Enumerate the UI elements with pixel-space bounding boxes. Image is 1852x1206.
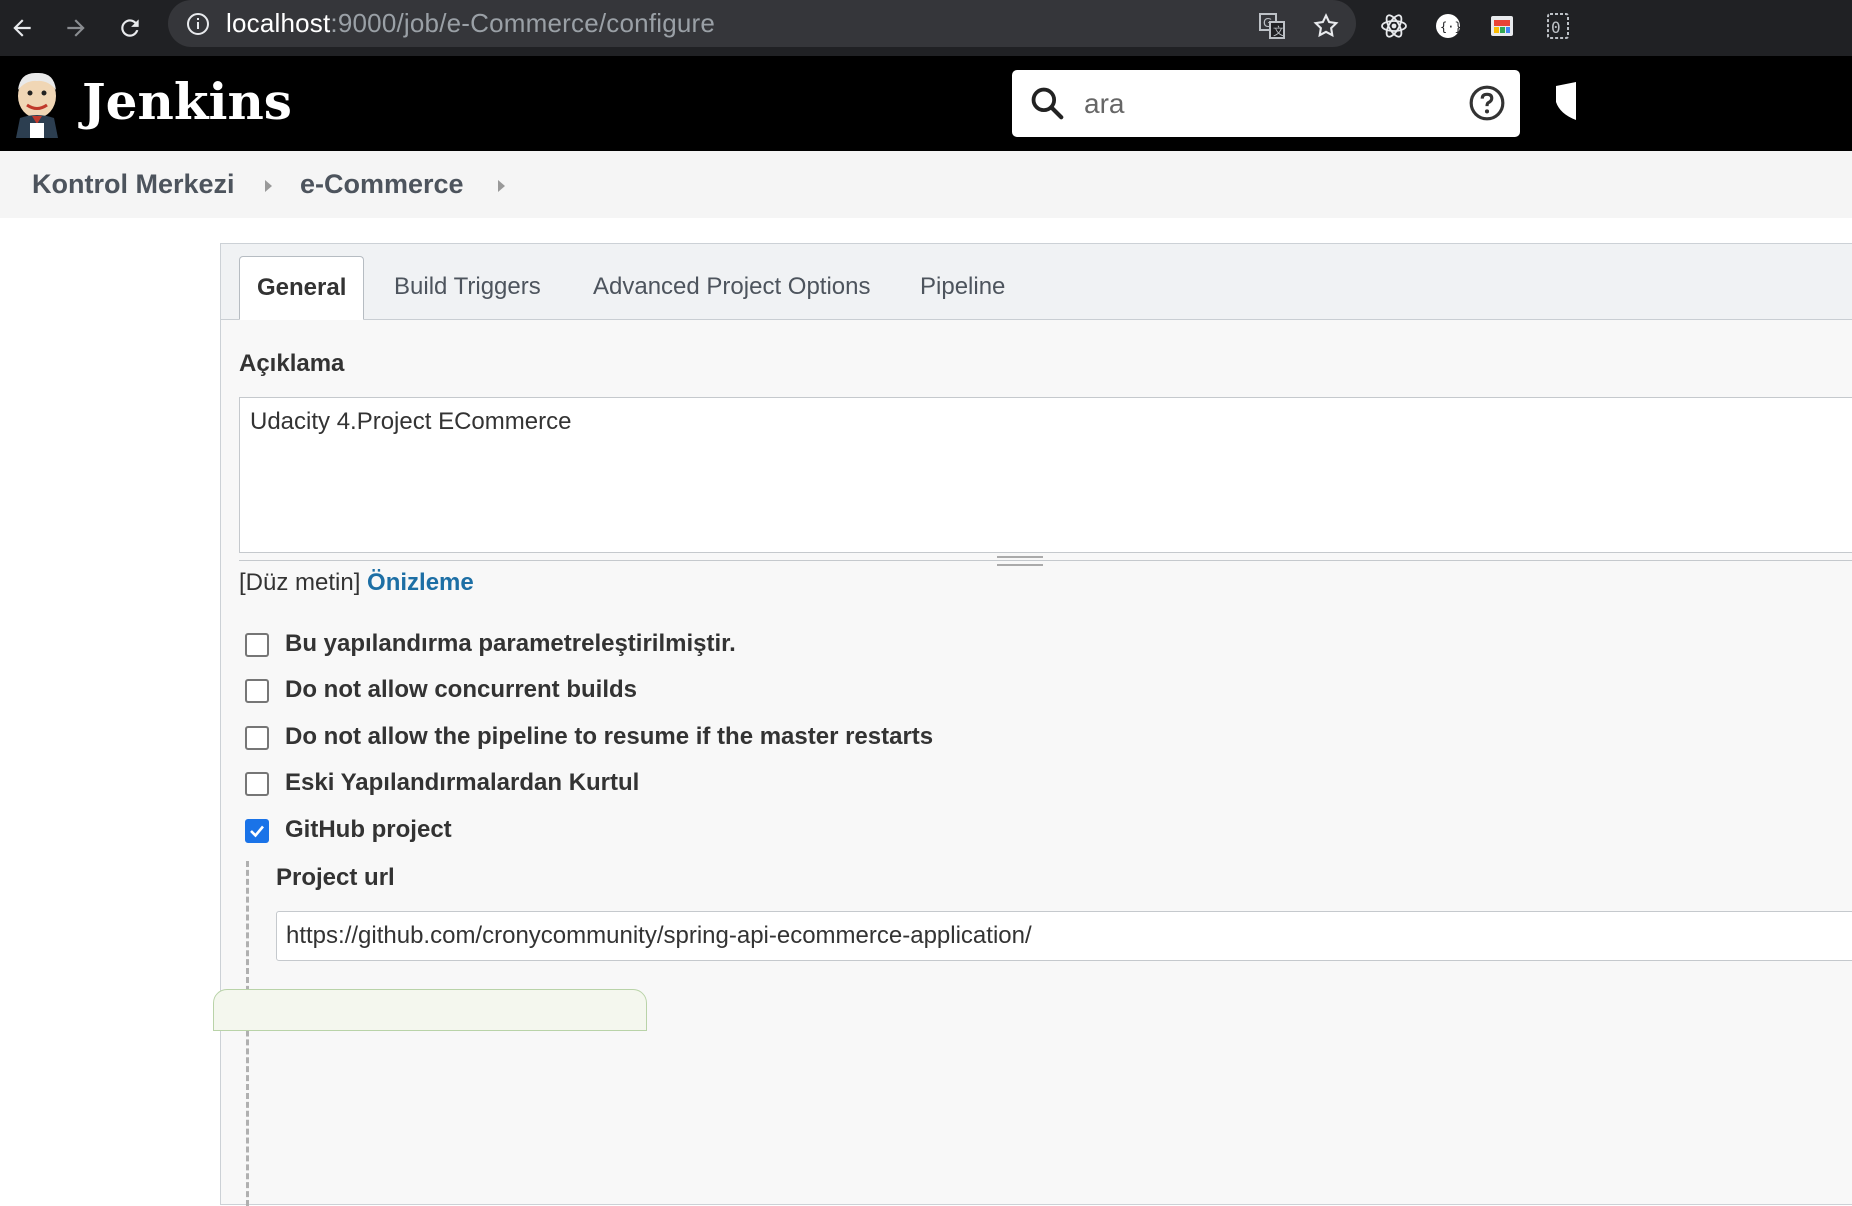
project-url-label: Project url [276,864,395,891]
project-url-input[interactable] [276,911,1852,961]
description-label: Açıklama [239,350,345,377]
extension-badge-icon[interactable]: 0 [1538,8,1574,44]
config-tabs: General Build Triggers Advanced Project … [221,244,1852,320]
tab-advanced-project-options[interactable]: Advanced Project Options [593,256,871,318]
tab-general[interactable]: General [239,256,365,320]
search-icon [1031,87,1064,120]
svg-text:0: 0 [1551,18,1561,37]
breadcrumb-chevron-icon[interactable] [498,180,505,192]
checkbox-discard-old-builds[interactable] [245,772,269,796]
textarea-divider [239,560,1852,561]
checkbox-parameterized[interactable] [245,633,269,657]
tab-pipeline[interactable]: Pipeline [920,256,1005,318]
forward-arrow-icon [67,19,85,37]
preview-link[interactable]: Önizleme [367,569,474,596]
forward-button[interactable] [58,10,94,46]
checkbox-github-project[interactable] [245,819,269,843]
url-text: localhost:9000/job/e-Commerce/configure [226,8,716,38]
breadcrumb: Kontrol Merkezi e-Commerce [0,151,1852,218]
react-devtools-icon[interactable] [1376,8,1412,44]
search-box[interactable] [1012,70,1520,137]
jenkins-header: Jenkins [0,56,1852,151]
reload-button[interactable] [112,10,148,46]
markup-format-line: [Düz metin] Önizleme [239,569,474,597]
back-arrow-icon [13,19,31,37]
help-icon[interactable] [1468,84,1506,122]
resize-grip-icon[interactable] [997,556,1043,566]
option-label: Eski Yapılandırmalardan Kurtul [285,769,640,796]
nested-section-rail [246,861,249,1206]
config-panel: General Build Triggers Advanced Project … [220,243,1852,1206]
shield-icon[interactable] [1556,82,1576,127]
checkbox-no-resume[interactable] [245,726,269,750]
browser-toolbar: localhost:9000/job/e-Commerce/configure … [0,0,1852,56]
breadcrumb-item-dashboard[interactable]: Kontrol Merkezi [32,169,235,200]
color-picker-extension-icon[interactable] [1484,8,1520,44]
svg-text:{·}: {·} [1440,20,1462,34]
check-icon [250,825,264,838]
plain-text-label: [Düz metin] [239,569,361,596]
description-textarea[interactable]: Udacity 4.Project ECommerce [239,397,1852,553]
search-input[interactable] [1082,80,1446,128]
save-notice-box [213,989,647,1031]
jenkins-brand[interactable]: Jenkins [82,72,292,132]
breadcrumb-chevron-icon[interactable] [265,180,272,192]
translate-icon[interactable]: G文 [1254,8,1290,44]
option-label: Do not allow the pipeline to resume if t… [285,723,934,750]
option-label: Do not allow concurrent builds [285,676,638,703]
info-icon[interactable] [186,12,210,36]
json-viewer-icon[interactable]: {·} [1430,8,1466,44]
checkbox-no-concurrent-builds[interactable] [245,679,269,703]
jenkins-logo-icon[interactable] [10,68,64,138]
option-label: GitHub project [285,816,452,843]
bookmark-star-icon[interactable] [1308,8,1344,44]
breadcrumb-item-job[interactable]: e-Commerce [300,169,464,200]
reload-icon [121,19,139,37]
tab-build-triggers[interactable]: Build Triggers [394,256,541,318]
back-button[interactable] [4,10,40,46]
option-label: Bu yapılandırma parametreleştirilmiştir. [285,630,736,657]
svg-text:文: 文 [1273,24,1284,38]
